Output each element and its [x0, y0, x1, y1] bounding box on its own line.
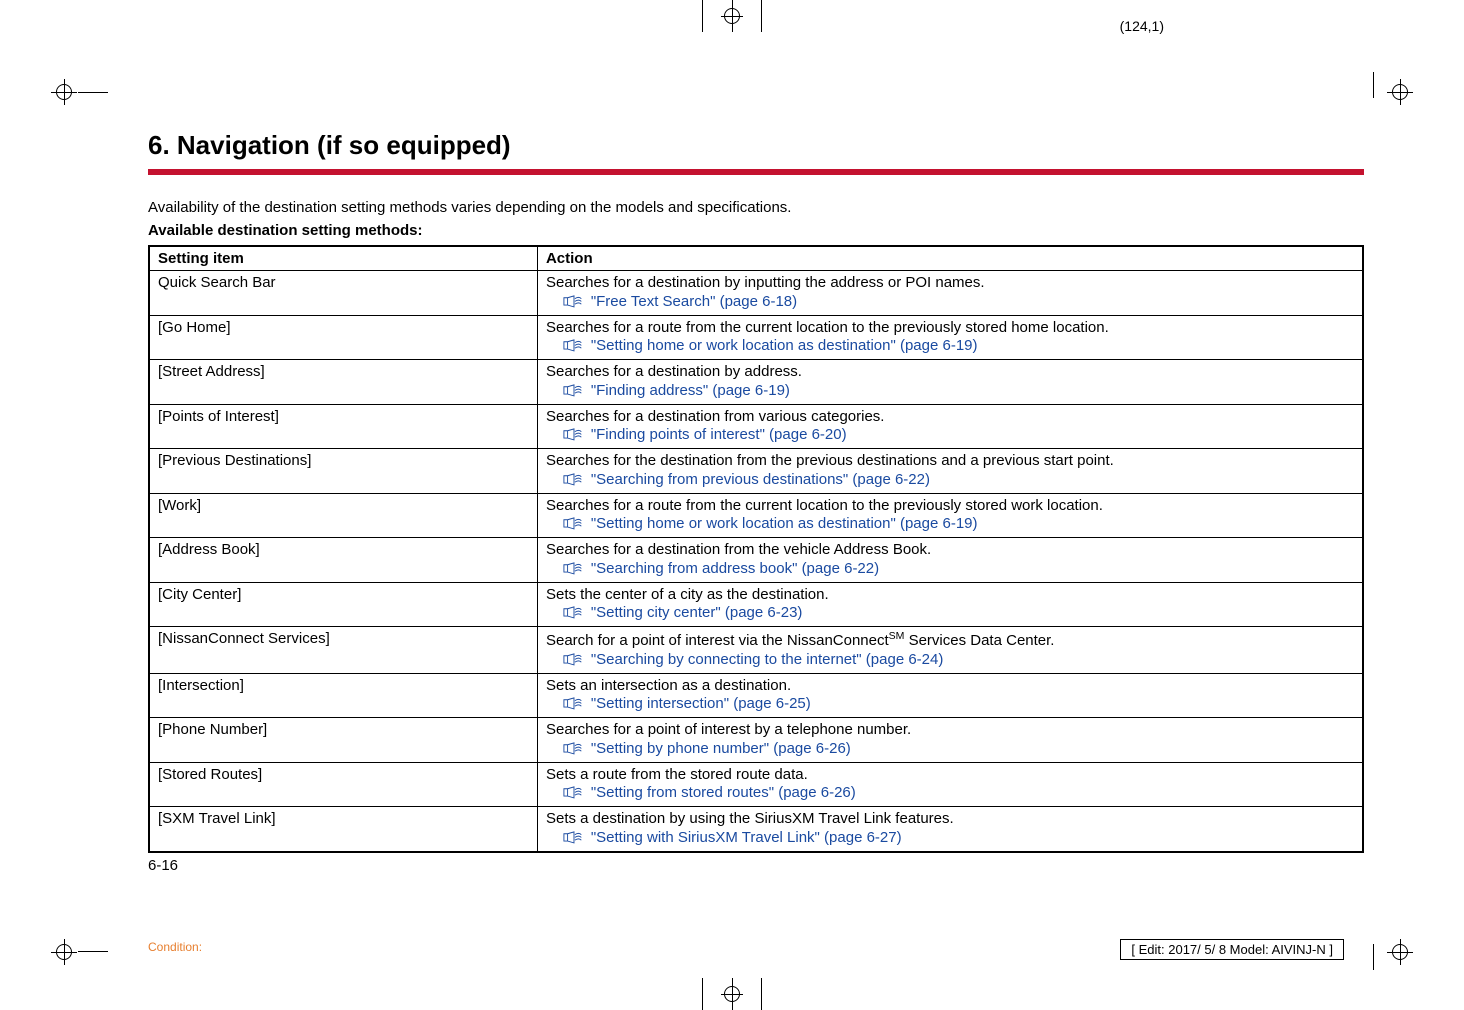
- setting-cell: [Street Address]: [149, 360, 537, 405]
- table-row: [Phone Number] Searches for a point of in…: [149, 718, 1363, 763]
- action-cell: Sets a destination by using the SiriusXM…: [537, 807, 1363, 852]
- setting-cell: [Stored Routes]: [149, 762, 537, 807]
- condition-label: Condition:: [148, 940, 202, 954]
- setting-cell: [Work]: [149, 493, 537, 538]
- action-text: Search for a point of interest via the N…: [546, 632, 889, 649]
- table-row: [Street Address]Searches for a destinati…: [149, 360, 1363, 405]
- table-row: [Go Home] Searches for a route from the c…: [149, 315, 1363, 360]
- xref-icon: [563, 562, 585, 574]
- setting-cell: [Intersection]: [149, 673, 537, 718]
- setting-cell: [Go Home]: [149, 315, 537, 360]
- setting-cell: [SXM Travel Link]: [149, 807, 537, 852]
- action-text: Searches for the destination from the pr…: [546, 452, 1114, 469]
- action-text: Sets a route from the stored route data.: [546, 766, 808, 783]
- xref-icon: [563, 742, 585, 754]
- action-text: Sets a destination by using the SiriusXM…: [546, 810, 954, 827]
- xref-link[interactable]: "Searching by connecting to the internet…: [591, 651, 944, 668]
- action-cell: Searches for a destination from the vehi…: [537, 538, 1363, 583]
- action-text: Searches for a route from the current lo…: [546, 319, 1109, 336]
- xref-link[interactable]: "Setting by phone number" (page 6-26): [591, 740, 851, 757]
- table-row: [Stored Routes]Sets a route from the sto…: [149, 762, 1363, 807]
- header-setting: Setting item: [149, 246, 537, 271]
- setting-cell: [City Center]: [149, 582, 537, 627]
- action-cell: Searches for a route from the current lo…: [537, 315, 1363, 360]
- table-row: [Address Book] Searches for a destination…: [149, 538, 1363, 583]
- setting-cell: [NissanConnect Services]: [149, 627, 537, 674]
- xref-link[interactable]: "Setting city center" (page 6-23): [591, 604, 803, 621]
- action-cell: Searches for a destination by inputting …: [537, 271, 1363, 316]
- table-row: [SXM Travel Link] Sets a destination by u…: [149, 807, 1363, 852]
- xref-link[interactable]: "Setting with SiriusXM Travel Link" (pag…: [591, 829, 902, 846]
- xref-link[interactable]: "Setting home or work location as destin…: [591, 337, 978, 354]
- xref-icon: [563, 517, 585, 529]
- xref-icon: [563, 606, 585, 618]
- xref-link[interactable]: "Free Text Search" (page 6-18): [591, 293, 797, 310]
- heading-rule: [148, 169, 1364, 175]
- action-text: Searches for a destination from various …: [546, 408, 885, 425]
- chapter-title: 6. Navigation (if so equipped): [148, 130, 1364, 161]
- setting-cell: [Points of Interest]: [149, 404, 537, 449]
- table-row: [Previous Destinations] Searches for the …: [149, 449, 1363, 494]
- setting-cell: [Phone Number]: [149, 718, 537, 763]
- intro-text: Availability of the destination setting …: [148, 199, 1364, 216]
- action-cell: Searches for a destination from various …: [537, 404, 1363, 449]
- action-text: Searches for a destination from the vehi…: [546, 541, 931, 558]
- xref-icon: [563, 428, 585, 440]
- xref-link[interactable]: "Finding address" (page 6-19): [591, 382, 790, 399]
- action-cell: Sets a route from the stored route data.…: [537, 762, 1363, 807]
- action-cell: Searches for the destination from the pr…: [537, 449, 1363, 494]
- action-text: Sets the center of a city as the destina…: [546, 586, 829, 603]
- xref-icon: [563, 831, 585, 843]
- xref-icon: [563, 384, 585, 396]
- action-cell: Searches for a route from the current lo…: [537, 493, 1363, 538]
- xref-link[interactable]: "Finding points of interest" (page 6-20): [591, 426, 847, 443]
- xref-icon: [563, 653, 585, 665]
- table-row: Quick Search Bar Searches for a destinati…: [149, 271, 1363, 316]
- xref-icon: [563, 697, 585, 709]
- action-text: Searches for a destination by address.: [546, 363, 802, 380]
- edit-info: [ Edit: 2017/ 5/ 8 Model: AIVINJ-N ]: [1120, 939, 1344, 960]
- table-row: [Points of Interest] Searches for a desti…: [149, 404, 1363, 449]
- action-text: Searches for a point of interest by a te…: [546, 721, 911, 738]
- action-text: Sets an intersection as a destination.: [546, 677, 791, 694]
- action-text: Services Data Center.: [904, 632, 1054, 649]
- xref-link[interactable]: "Setting home or work location as destin…: [591, 515, 978, 532]
- setting-cell: [Address Book]: [149, 538, 537, 583]
- table-row: [City Center] Sets the center of a city a…: [149, 582, 1363, 627]
- action-cell: Sets an intersection as a destination. "…: [537, 673, 1363, 718]
- action-cell: Searches for a destination by address. "…: [537, 360, 1363, 405]
- settings-table: Setting item Action Quick Search BarSear…: [148, 245, 1364, 853]
- setting-cell: Quick Search Bar: [149, 271, 537, 316]
- xref-link[interactable]: "Searching from previous destinations" (…: [591, 471, 930, 488]
- action-cell: Sets the center of a city as the destina…: [537, 582, 1363, 627]
- xref-link[interactable]: "Searching from address book" (page 6-22…: [591, 560, 879, 577]
- table-row: [Work] Searches for a route from the curr…: [149, 493, 1363, 538]
- subheading: Available destination setting methods:: [148, 222, 1364, 239]
- action-cell: Searches for a point of interest by a te…: [537, 718, 1363, 763]
- xref-link[interactable]: "Setting intersection" (page 6-25): [591, 695, 811, 712]
- action-text: Searches for a destination by inputting …: [546, 274, 985, 291]
- xref-icon: [563, 339, 585, 351]
- action-cell: Search for a point of interest via the N…: [537, 627, 1363, 674]
- xref-icon: [563, 473, 585, 485]
- header-action: Action: [537, 246, 1363, 271]
- table-row: [Intersection]Sets an intersection as a …: [149, 673, 1363, 718]
- page-number: 6-16: [148, 857, 1364, 874]
- xref-link[interactable]: "Setting from stored routes" (page 6-26): [591, 784, 856, 801]
- xref-icon: [563, 295, 585, 307]
- sm-mark: SM: [889, 630, 905, 642]
- xref-icon: [563, 786, 585, 798]
- setting-cell: [Previous Destinations]: [149, 449, 537, 494]
- action-text: Searches for a route from the current lo…: [546, 497, 1103, 514]
- table-row: [NissanConnect Services] Search for a poi…: [149, 627, 1363, 674]
